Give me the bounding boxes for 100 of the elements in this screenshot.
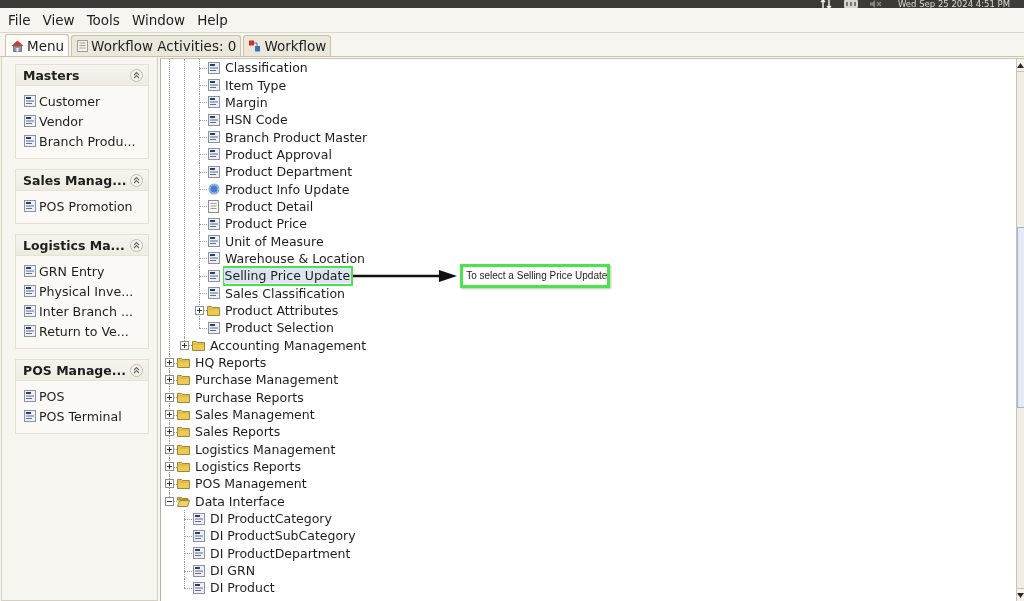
tree-item[interactable]: Sales Reports xyxy=(194,424,282,440)
sidebar-link[interactable]: POS xyxy=(24,386,148,406)
folder-icon xyxy=(177,357,190,368)
chevrons-up-icon[interactable] xyxy=(130,238,143,252)
window-icon xyxy=(24,115,36,127)
window-icon xyxy=(192,547,205,560)
window-icon xyxy=(207,321,220,334)
menu-item[interactable]: File xyxy=(2,9,37,31)
expand-icon[interactable] xyxy=(165,427,174,437)
tree-item[interactable]: Product Selection xyxy=(224,320,336,336)
expand-icon[interactable] xyxy=(165,479,174,489)
window-icon xyxy=(192,512,205,525)
sidebar-link[interactable]: Customer xyxy=(24,91,148,111)
expand-icon[interactable] xyxy=(165,392,174,402)
tree-item[interactable]: Logistics Management xyxy=(194,441,337,457)
tree-item[interactable]: Logistics Reports xyxy=(194,459,302,475)
tree-item[interactable]: Product Attributes xyxy=(224,303,340,318)
window-icon xyxy=(207,165,220,178)
caret-down-icon xyxy=(1017,592,1024,598)
window-icon xyxy=(207,61,220,74)
folder-icon xyxy=(207,305,220,316)
tree-item[interactable]: DI Product xyxy=(209,580,276,596)
tree-item[interactable]: Product Department xyxy=(224,164,354,180)
menu-item[interactable]: View xyxy=(36,9,81,31)
tree-item[interactable]: Unit of Measure xyxy=(224,233,325,249)
tree-item[interactable]: Sales Management xyxy=(194,407,316,423)
chevrons-up-icon[interactable] xyxy=(130,173,143,187)
window-icon xyxy=(192,529,205,542)
group-title: POS Manage... xyxy=(23,362,127,378)
scroll-down-button[interactable] xyxy=(1017,589,1024,601)
tree-item[interactable]: Classification xyxy=(224,60,309,76)
network-arrows-icon[interactable] xyxy=(819,0,832,8)
folder-icon xyxy=(192,339,205,351)
tree-item[interactable]: Item Type xyxy=(224,77,288,93)
menu-item[interactable]: Tools xyxy=(80,9,126,31)
menu-item[interactable]: Help xyxy=(191,9,234,31)
tree-item[interactable]: DI ProductSubCategory xyxy=(209,528,357,544)
window-icon xyxy=(192,564,205,577)
folder-icon xyxy=(177,374,190,386)
keyboard-layout-icon[interactable] xyxy=(843,0,858,8)
scrollbar-thumb[interactable] xyxy=(1017,227,1024,408)
sidebar-link[interactable]: Branch Produ... xyxy=(24,131,148,151)
tab[interactable]: Workflow Activities: 0 xyxy=(71,35,242,56)
chevrons-up-icon[interactable] xyxy=(130,68,143,82)
expand-icon[interactable] xyxy=(180,340,189,350)
flowchart-icon xyxy=(249,40,262,52)
chevrons-up-icon[interactable] xyxy=(130,363,143,377)
tree-item[interactable]: DI ProductDepartment xyxy=(209,545,352,561)
gear-icon xyxy=(207,183,220,196)
tree-item[interactable]: POS Management xyxy=(194,476,308,492)
expand-icon[interactable] xyxy=(165,358,174,367)
tree-item[interactable]: DI ProductCategory xyxy=(209,511,333,527)
menu-item[interactable]: Window xyxy=(125,9,192,31)
sidebar-link[interactable]: POS Promotion xyxy=(24,196,148,216)
tree-item[interactable]: DI GRN xyxy=(209,563,256,579)
tab[interactable]: Workflow xyxy=(243,35,332,56)
window-icon xyxy=(24,305,36,317)
tree-item[interactable]: Product Approval xyxy=(224,146,333,162)
collapse-icon[interactable] xyxy=(165,496,174,506)
sidebar-link[interactable]: Return to Ve... xyxy=(24,321,148,341)
tree-item[interactable]: Branch Product Master xyxy=(224,129,369,145)
sidebar-link[interactable]: Vendor xyxy=(24,111,148,131)
expand-icon[interactable] xyxy=(165,375,174,385)
tree-item[interactable]: Product Price xyxy=(224,216,308,232)
window-icon xyxy=(207,252,220,265)
window-icon xyxy=(207,148,220,161)
tab[interactable]: Menu xyxy=(5,34,70,56)
group-title: Masters xyxy=(23,67,80,83)
tree-item[interactable]: Margin xyxy=(224,94,269,110)
expand-icon[interactable] xyxy=(165,462,174,472)
speaker-muted-icon[interactable] xyxy=(869,0,882,8)
tree-item[interactable]: Data Interface xyxy=(194,493,286,509)
expand-icon[interactable] xyxy=(195,306,204,315)
tree-item[interactable]: Purchase Management xyxy=(194,372,340,388)
folder-icon xyxy=(177,409,190,421)
sidebar-link[interactable]: GRN Entry xyxy=(24,261,148,281)
sidebar-link[interactable]: POS Terminal xyxy=(24,406,148,426)
window-icon xyxy=(24,285,36,297)
sidebar-link[interactable]: Physical Inve... xyxy=(24,281,148,301)
window-icon xyxy=(24,265,36,277)
window-icon xyxy=(207,269,220,282)
tree-item[interactable]: HQ Reports xyxy=(194,355,268,370)
tree-item[interactable]: Purchase Reports xyxy=(194,389,305,405)
tree-item[interactable]: Sales Classification xyxy=(224,285,346,301)
tree-item[interactable]: Product Detail xyxy=(224,198,315,214)
tree-item[interactable]: Selling Price Update xyxy=(223,268,352,284)
folder-icon xyxy=(177,461,190,473)
tree-item[interactable]: HSN Code xyxy=(224,112,289,128)
tree-item[interactable]: Warehouse & Location xyxy=(224,250,367,266)
folder-icon xyxy=(177,426,190,438)
expand-icon[interactable] xyxy=(165,410,174,420)
list-icon xyxy=(77,40,89,52)
tree-item[interactable]: Accounting Management xyxy=(209,337,368,353)
window-icon xyxy=(207,235,220,248)
home-icon xyxy=(11,39,24,52)
caret-up-icon xyxy=(1017,62,1024,68)
tree-item[interactable]: Product Info Update xyxy=(224,181,351,197)
expand-icon[interactable] xyxy=(165,444,174,454)
scroll-up-button[interactable] xyxy=(1017,59,1024,71)
sidebar-link[interactable]: Inter Branch ... xyxy=(24,301,148,321)
